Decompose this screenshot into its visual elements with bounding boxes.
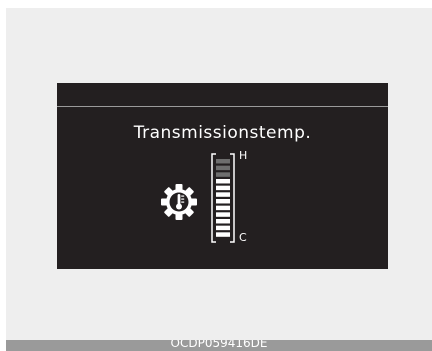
gauge-segment-lit bbox=[216, 232, 230, 237]
gauge-high-label: H bbox=[239, 149, 248, 162]
gauge-segment-unlit bbox=[216, 165, 230, 171]
gauge-segment-lit bbox=[216, 212, 230, 217]
gauge-segment-unlit bbox=[216, 172, 230, 177]
gauge-segment-lit bbox=[216, 179, 230, 184]
gauge-segment-lit bbox=[216, 225, 230, 231]
gauge-segment-lit bbox=[216, 205, 230, 211]
illustration-frame: Transmissionstemp. H C OCDP059416DE bbox=[6, 8, 432, 351]
transmission-temperature-icon bbox=[161, 184, 197, 220]
gauge-segment-lit bbox=[216, 219, 230, 224]
gauge-segment-lit bbox=[216, 199, 230, 204]
header-divider bbox=[57, 106, 388, 107]
cluster-display: Transmissionstemp. H C bbox=[57, 83, 388, 269]
gauge-segment-lit bbox=[216, 192, 230, 197]
gauge-segment-lit bbox=[216, 185, 230, 191]
screen-title: Transmissionstemp. bbox=[133, 123, 312, 143]
footer-bar: OCDP059416DE bbox=[6, 340, 432, 351]
figure-code: OCDP059416DE bbox=[170, 340, 268, 350]
gauge-segment-unlit bbox=[216, 159, 230, 164]
temperature-gauge bbox=[211, 153, 235, 243]
gauge-low-label: C bbox=[239, 231, 248, 244]
